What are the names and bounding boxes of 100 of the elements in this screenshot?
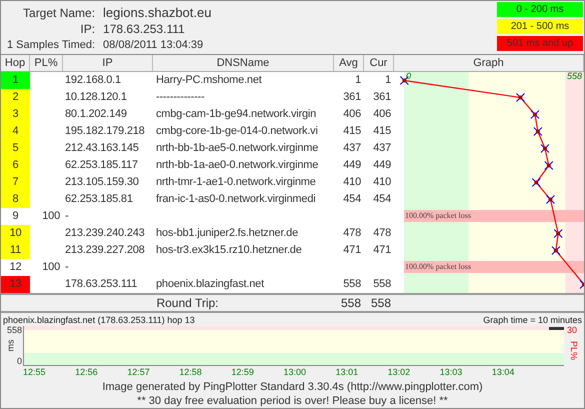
target-name-label: Target Name: <box>22 5 96 21</box>
table-cell-text: 1 <box>355 73 361 88</box>
table-cell-text: 437 <box>373 141 391 156</box>
ip-label: IP: <box>79 21 96 37</box>
hop-graph-title: phoenix.blazingfast.net (178.63.253.111) hop 13 <box>3 314 195 326</box>
table-cell-text: 213.239.227.208 <box>65 243 145 258</box>
table-cell-text: 213.239.240.243 <box>65 226 145 242</box>
table-cell-text: 361 <box>343 90 361 106</box>
data-point <box>533 127 542 136</box>
hop-cell: 10 <box>1 225 30 242</box>
target-name-value: legions.shazbot.eu <box>103 5 212 21</box>
table-cell-text: - <box>65 209 68 224</box>
data-point <box>544 161 554 170</box>
table-cell-text: 478 <box>343 226 361 242</box>
table-cell-text: nrth-tmr-1-ae1-0.network.virginme <box>156 175 316 190</box>
samples-label: 1 Samples Timed: <box>7 38 96 53</box>
table-cell-text: 558 <box>343 277 361 292</box>
table-cell-text: cmbg-core-1b-ge-014-0.network.vi <box>156 124 318 140</box>
table-cell-text: fran-ic-1-as0-0.network.virginmedi <box>156 192 316 208</box>
table-cell-text: 454 <box>343 192 361 208</box>
table-cell-text: 415 <box>343 124 361 140</box>
table-cell-text: 212.43.163.145 <box>65 141 139 156</box>
table-cell-text: 454 <box>373 192 391 208</box>
footer-notice: ** 30 day free evaluation period is over! Please buy a license! ** <box>137 394 448 408</box>
round-trip-label: Round Trip: <box>155 295 219 312</box>
table-cell-text: cmbg-cam-1b-ge94.network.virgin <box>156 107 316 122</box>
data-point <box>580 280 584 289</box>
data-point <box>554 229 563 238</box>
time-tick-label: 12:57 <box>127 367 150 377</box>
hop-cell: 3 <box>1 106 30 123</box>
y-min-label: 0 <box>16 357 22 366</box>
hop-cell: 7 <box>1 174 30 191</box>
table-cell-text: 471 <box>373 243 391 258</box>
time-tick-label: 13:02 <box>388 367 410 377</box>
time-tick-label: 12:59 <box>231 367 254 377</box>
axis-max-label: 558 <box>566 72 582 81</box>
table-cell-text: 437 <box>343 141 361 156</box>
table-cell-text: 10.128.120.1 <box>65 90 127 106</box>
ip-value: 178.63.253.111 <box>103 21 186 37</box>
table-cell-text: - <box>65 260 68 276</box>
table-cell-text: 449 <box>343 158 361 174</box>
table-cell-text: 100 <box>42 260 60 276</box>
time-tick-label: 13:03 <box>440 367 462 377</box>
hop-cell: 11 <box>1 242 30 259</box>
time-tick-label: 12:58 <box>179 367 202 377</box>
hop-cell: 1 <box>1 72 30 89</box>
legend-item: 501 ms and up <box>497 36 583 51</box>
time-tick-label: 13:01 <box>336 367 358 377</box>
table-cell-text: 192.168.0.1 <box>65 73 121 88</box>
time-tick-label: 13:00 <box>283 367 306 377</box>
table-cell-text: -------------- <box>156 90 204 106</box>
data-point <box>530 110 540 119</box>
y-unit-label: ms <box>6 340 16 352</box>
data-point <box>540 144 550 153</box>
round-trip-cur: 558 <box>370 295 391 312</box>
table-cell-text: 361 <box>373 90 391 106</box>
table-cell-text: 471 <box>343 243 361 258</box>
data-point <box>546 195 555 204</box>
table-cell-text: 80.1.202.149 <box>65 107 127 122</box>
y-max-label: 558 <box>6 326 22 335</box>
hop-cell: 8 <box>1 191 30 208</box>
footer-notice: Image generated by PingPlotter Standard 3.30.4s (http://www.pingplotter.com) <box>102 380 483 394</box>
hop-cell: 6 <box>1 157 30 174</box>
pl-unit-label: PL% <box>569 341 578 360</box>
table-cell-text: 62.253.185.81 <box>65 192 133 208</box>
table-cell-text: phoenix.blazingfast.net <box>156 277 264 292</box>
table-cell-text: 410 <box>373 175 391 190</box>
timed-value: 08/08/2011 13:04:39 <box>103 38 204 53</box>
table-cell-text: 478 <box>373 226 391 242</box>
table-cell-text: 410 <box>343 175 361 190</box>
table-cell-text: nrth-bb-1a-ae0-0.network.virginme <box>156 158 318 174</box>
legend-item: 201 - 500 ms <box>497 19 583 34</box>
table-cell-text: hos-bb1.juniper2.fs.hetzner.de <box>156 226 298 242</box>
table-cell-text: 100 <box>42 209 60 224</box>
packet-loss-label: 100.00% packet loss <box>404 212 471 220</box>
pl-max-label: 30 <box>567 326 578 335</box>
time-tick-label: 12:56 <box>75 367 98 377</box>
table-cell-text: 558 <box>373 277 391 292</box>
hop-cell: 5 <box>1 140 30 157</box>
table-cell-text: 415 <box>373 124 391 140</box>
hop-cell: 2 <box>1 89 30 106</box>
time-tick-label: 12:55 <box>23 367 46 377</box>
table-cell-text: 178.63.253.111 <box>65 277 138 292</box>
table-cell-text: Harry-PC.mshome.net <box>156 73 262 88</box>
table-cell-text: 195.182.179.218 <box>65 124 145 140</box>
data-point <box>516 93 525 102</box>
table-cell-text: 213.105.159.30 <box>65 175 139 190</box>
table-cell-text: 1 <box>385 73 391 88</box>
data-point <box>532 178 541 187</box>
data-point <box>551 246 560 255</box>
table-cell-text: nrth-bb-1b-ae5-0.network.virginme <box>156 141 318 156</box>
table-cell-text: 406 <box>373 107 391 122</box>
loss-scale-bar <box>549 327 564 330</box>
hop-cell: 4 <box>1 123 30 140</box>
time-tick-label: 13:04 <box>492 367 514 377</box>
hop-cell: 13 <box>1 276 30 293</box>
table-cell-text: hos-tr3.ex3k15.rz10.hetzner.de <box>156 243 302 258</box>
round-trip-avg: 558 <box>340 295 361 312</box>
table-cell-text: 406 <box>343 107 361 122</box>
table-cell-text: 449 <box>373 158 391 174</box>
